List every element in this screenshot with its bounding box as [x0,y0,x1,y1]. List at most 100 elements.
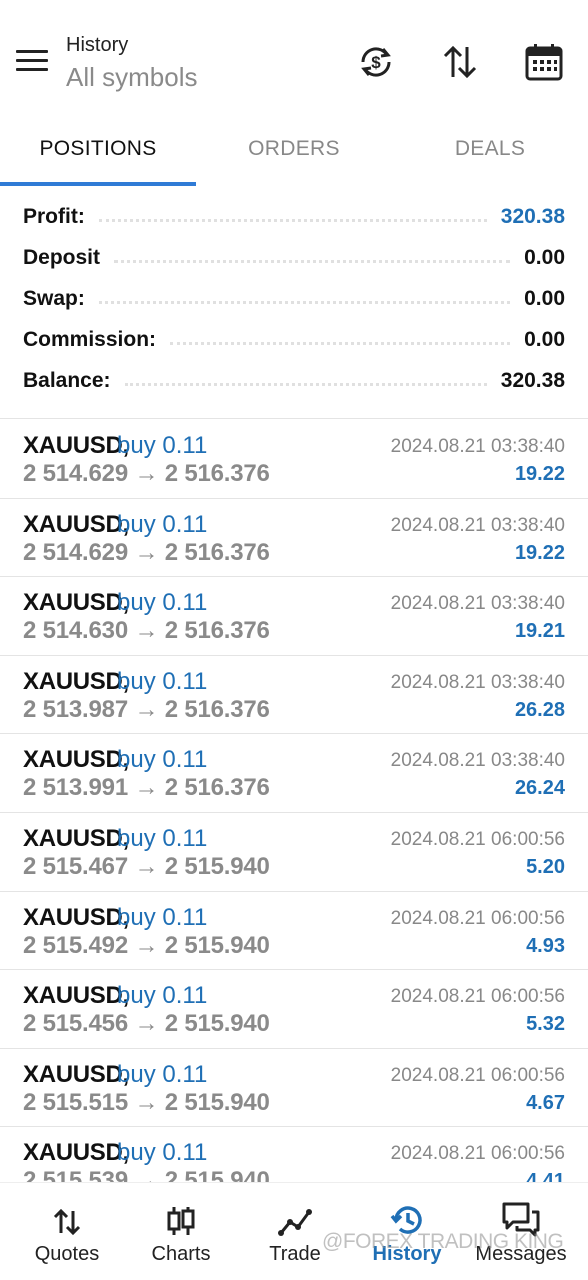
history-icon [390,1183,424,1237]
side-volume: buy 0.11 [117,1139,208,1167]
commission-label: Commission: [23,327,157,351]
summary-row-swap: Swap: 0.00 [0,278,588,319]
price-range: 2 515.467 → 2 515.940 [23,852,270,880]
side-volume: buy 0.11 [117,824,208,852]
summary-row-deposit: Deposit 0.00 [0,237,588,278]
list-item[interactable]: XAUUSD, buy 0.11 2 513.991 → 2 516.376 2… [0,734,588,813]
charts-icon [166,1183,196,1237]
quotes-icon [52,1183,82,1237]
side-volume: buy 0.11 [117,667,208,695]
profit-amount: 5.20 [526,855,565,878]
calendar-icon[interactable] [522,40,566,84]
list-item[interactable]: XAUUSD, buy 0.11 2 515.492 → 2 515.940 2… [0,892,588,971]
sort-icon[interactable] [438,40,482,84]
summary-row-commission: Commission: 0.00 [0,319,588,360]
price-range: 2 515.515 → 2 515.940 [23,1088,270,1116]
list-item[interactable]: XAUUSD, buy 0.11 2 514.629 → 2 516.376 2… [0,499,588,578]
bottom-navigation: Quotes Charts Trade History Messages [0,1182,588,1280]
profit-amount: 19.22 [514,541,565,564]
symbol: XAUUSD, [23,1139,129,1167]
tab-orders[interactable]: ORDERS [196,112,392,186]
nav-messages[interactable]: Messages [470,1183,572,1280]
side-volume: buy 0.11 [117,510,208,538]
side-volume: buy 0.11 [117,903,208,931]
profit-amount: 4.93 [526,934,565,957]
tab-deals[interactable]: DEALS [392,112,588,186]
price-range: 2 515.492 → 2 515.940 [23,931,270,959]
balance-label: Balance: [23,368,111,392]
profit-amount: 5.32 [526,1013,565,1036]
list-item[interactable]: XAUUSD, buy 0.11 2 514.629 → 2 516.376 2… [0,420,588,499]
profit-amount: 19.21 [514,620,565,643]
price-range: 2 514.629 → 2 516.376 [23,538,270,566]
tab-positions[interactable]: POSITIONS [0,112,196,186]
profit-label: Profit: [23,204,85,228]
price-range: 2 515.456 → 2 515.940 [23,1010,270,1038]
list-item[interactable]: XAUUSD, buy 0.11 2 514.630 → 2 516.376 2… [0,577,588,656]
symbol: XAUUSD, [23,1060,129,1088]
deposit-value: 0.00 [524,245,565,269]
trade-icon [278,1183,312,1237]
symbol: XAUUSD, [23,824,129,852]
nav-label: Trade [269,1243,321,1265]
nav-label: Messages [475,1243,567,1265]
nav-history[interactable]: History [362,1183,452,1280]
price-range: 2 514.629 → 2 516.376 [23,460,270,487]
price-range: 2 513.987 → 2 516.376 [23,695,270,723]
symbol: XAUUSD, [23,589,129,617]
swap-label: Swap: [23,286,85,310]
svg-text:$: $ [371,53,381,72]
summary-row-balance: Balance: 320.38 [0,360,588,401]
commission-value: 0.00 [524,327,565,351]
profit-amount: 26.28 [514,698,565,721]
active-tab-indicator [0,182,196,186]
summary-row-profit: Profit: 320.38 [0,196,588,237]
side-volume: buy 0.11 [117,432,208,459]
history-tabs: POSITIONS ORDERS DEALS [0,112,588,186]
profit-amount: 26.24 [514,777,565,800]
timestamp: 2024.08.21 03:38:40 [390,750,565,772]
account-summary: Profit: 320.38 Deposit 0.00 Swap: 0.00 C… [0,196,588,401]
symbol: XAUUSD, [23,982,129,1010]
list-item[interactable]: XAUUSD, buy 0.11 2 515.515 → 2 515.940 2… [0,1049,588,1128]
nav-quotes[interactable]: Quotes [22,1183,112,1280]
timestamp: 2024.08.21 06:00:56 [390,1064,565,1086]
symbol: XAUUSD, [23,510,129,538]
timestamp: 2024.08.21 06:00:56 [390,828,565,850]
list-item[interactable]: XAUUSD, buy 0.11 2 515.456 → 2 515.940 2… [0,970,588,1049]
messages-icon [501,1183,541,1237]
list-item[interactable]: XAUUSD, buy 0.11 2 513.987 → 2 516.376 2… [0,656,588,735]
nav-trade[interactable]: Trade [250,1183,340,1280]
timestamp: 2024.08.21 03:38:40 [390,593,565,615]
balance-value: 320.38 [500,368,565,392]
symbol: XAUUSD, [23,667,129,695]
swap-value: 0.00 [524,286,565,310]
price-range: 2 514.630 → 2 516.376 [23,617,270,645]
side-volume: buy 0.11 [117,589,208,617]
page-title: History [66,34,129,56]
dotted-leader [98,219,487,222]
dotted-leader [114,260,511,263]
price-range: 2 513.991 → 2 516.376 [23,774,270,802]
timestamp: 2024.08.21 06:00:56 [390,907,565,929]
profit-amount: 19.22 [514,463,565,485]
list-item[interactable]: XAUUSD, buy 0.11 2 515.467 → 2 515.940 2… [0,813,588,892]
symbol: XAUUSD, [23,432,129,459]
timestamp: 2024.08.21 03:38:40 [390,436,565,457]
nav-label: Charts [151,1243,211,1265]
timestamp: 2024.08.21 06:00:56 [390,1143,565,1165]
nav-label: Quotes [34,1243,100,1265]
timestamp: 2024.08.21 03:38:40 [390,514,565,536]
menu-icon[interactable] [16,50,48,76]
deposit-label: Deposit [23,245,101,269]
side-volume: buy 0.11 [117,746,208,774]
side-volume: buy 0.11 [117,982,208,1010]
symbol-filter[interactable]: All symbols [66,62,197,93]
positions-list: XAUUSD, buy 0.11 2 514.629 → 2 516.376 2… [0,420,588,1206]
nav-charts[interactable]: Charts [136,1183,226,1280]
profit-value: 320.38 [500,204,565,228]
timestamp: 2024.08.21 06:00:56 [390,986,565,1008]
currency-exchange-icon[interactable]: $ [354,40,398,84]
dotted-leader [124,383,487,386]
timestamp: 2024.08.21 03:38:40 [390,671,565,693]
